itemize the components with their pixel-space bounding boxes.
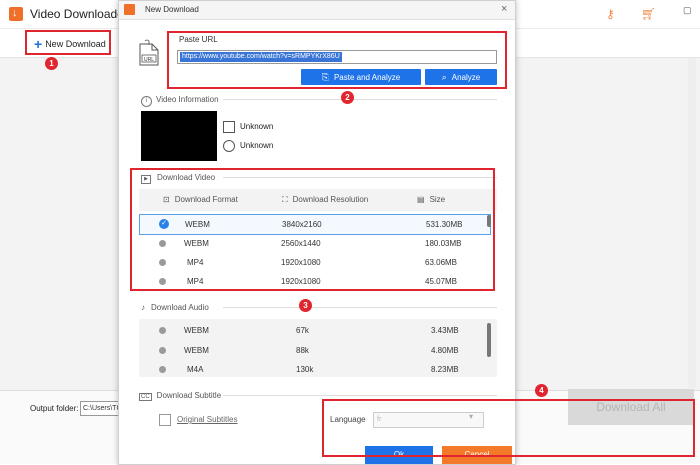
- url-file-icon: URL: [139, 39, 159, 66]
- divider: [223, 99, 497, 100]
- music-note-icon: ♪: [141, 303, 145, 312]
- output-folder-input[interactable]: C:\Users\TC: [80, 401, 122, 416]
- annotation-box-new-download: [25, 30, 111, 55]
- row-bitrate: 130k: [296, 365, 314, 374]
- radio-dot-icon: [159, 366, 166, 373]
- row-size: 8.23MB: [431, 365, 459, 374]
- info-icon: i: [141, 96, 152, 107]
- original-subtitles-label[interactable]: Original Subtitles: [177, 415, 237, 424]
- annotation-box-download-video: [130, 168, 495, 291]
- cc-icon: CC: [139, 393, 152, 401]
- download-audio-section: ♪ Download Audio: [141, 303, 209, 312]
- row-bitrate: 88k: [296, 346, 309, 355]
- output-folder-label: Output folder:: [30, 404, 79, 413]
- annotation-badge-1: 1: [45, 57, 58, 70]
- close-icon[interactable]: ×: [501, 3, 507, 15]
- video-info-section: i Video Information: [141, 95, 219, 107]
- app-logo-icon: [9, 7, 23, 21]
- dialog-title: New Download: [145, 5, 199, 14]
- video-thumbnail: [141, 111, 217, 161]
- download-subtitle-title: Download Subtitle: [156, 391, 222, 400]
- audio-table-scrollbar[interactable]: [487, 323, 491, 357]
- video-info-title: Video Information: [156, 95, 219, 104]
- audio-row[interactable]: WEBM 67k 3.43MB: [139, 321, 489, 340]
- dialog-logo-icon: [124, 4, 135, 15]
- row-format: M4A: [187, 365, 204, 374]
- row-bitrate: 67k: [296, 326, 309, 335]
- app-title: Video Downloader: [30, 7, 128, 21]
- annotation-badge-3: 3: [299, 299, 312, 312]
- audio-row[interactable]: M4A 130k 8.23MB: [139, 360, 489, 379]
- divider: [223, 307, 497, 308]
- row-format: WEBM: [184, 326, 209, 335]
- download-audio-title: Download Audio: [151, 303, 209, 312]
- row-size: 3.43MB: [431, 326, 459, 335]
- divider: [223, 395, 497, 396]
- annotation-box-language: [322, 399, 695, 457]
- row-size: 4.80MB: [431, 346, 459, 355]
- row-format: WEBM: [184, 346, 209, 355]
- original-subtitles-checkbox[interactable]: [159, 414, 171, 426]
- download-subtitle-section: CC Download Subtitle: [139, 391, 221, 401]
- annotation-badge-4: 4: [535, 384, 548, 397]
- svg-text:URL: URL: [144, 57, 154, 63]
- radio-dot-icon: [159, 347, 166, 354]
- key-icon[interactable]: ⚷: [606, 7, 615, 21]
- video-duration-value: Unknown: [240, 141, 274, 150]
- annotation-box-paste-url: [167, 31, 507, 89]
- app-scrollbar[interactable]: [688, 58, 696, 388]
- clock-icon: [223, 140, 235, 152]
- annotation-badge-2: 2: [341, 91, 354, 104]
- audio-row[interactable]: WEBM 88k 4.80MB: [139, 341, 489, 360]
- window-control-icon[interactable]: ▢: [683, 5, 692, 16]
- file-icon: [223, 121, 235, 133]
- cart-icon[interactable]: 🛒︎: [641, 7, 656, 21]
- video-title-value: Unknown: [240, 122, 274, 131]
- radio-dot-icon: [159, 327, 166, 334]
